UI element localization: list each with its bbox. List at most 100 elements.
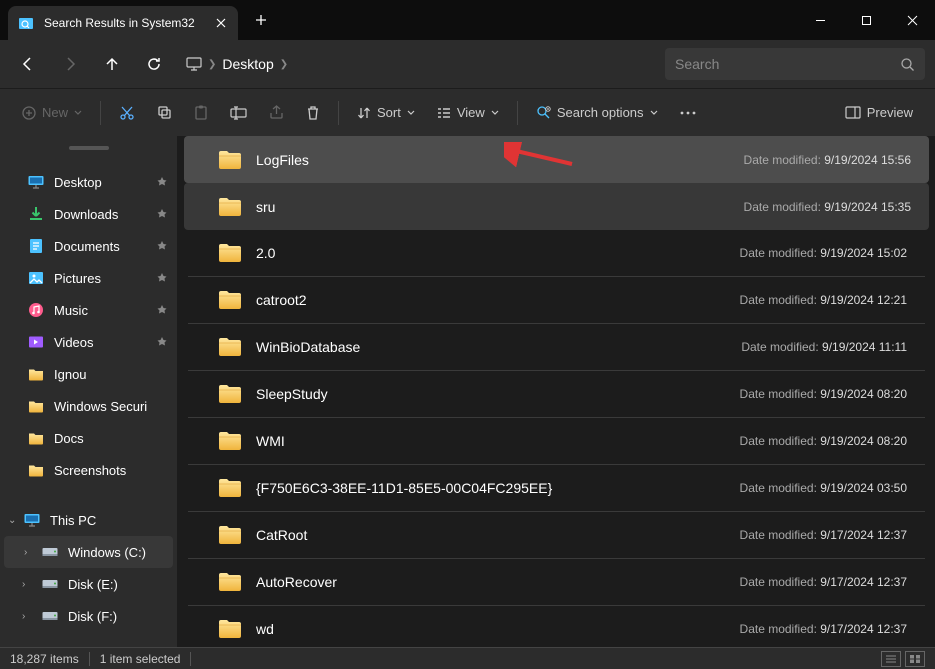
file-row[interactable]: wd Date modified: 9/17/2024 12:37	[188, 606, 925, 647]
sidebar-item-label: Windows Securi	[54, 399, 147, 414]
sidebar-item-ignou[interactable]: Ignou	[0, 358, 177, 390]
thumbnails-view-toggle[interactable]	[905, 651, 925, 667]
file-row[interactable]: WMIDate modified: 9/19/2024 08:20	[188, 418, 925, 465]
sidebar-item-label: Docs	[54, 431, 84, 446]
active-tab[interactable]: Search Results in System32	[8, 6, 238, 40]
file-name: wd	[256, 621, 274, 637]
sidebar-item-this-pc[interactable]: ⌄This PC	[0, 504, 177, 536]
details-view-toggle[interactable]	[881, 651, 901, 667]
file-date: Date modified: 9/19/2024 15:02	[740, 246, 907, 260]
search-options-button[interactable]: Search options	[526, 95, 668, 131]
sidebar-item-screenshots[interactable]: Screenshots	[0, 454, 177, 486]
file-row[interactable]: {F750E6C3-38EE-11D1-85E5-00C04FC295EE}Da…	[188, 465, 925, 512]
sidebar-drive[interactable]: › Disk (E:)	[0, 568, 177, 600]
pin-icon	[157, 177, 167, 187]
delete-button[interactable]	[296, 95, 330, 131]
toolbar: New Sort View Search options Preview	[0, 88, 935, 136]
close-tab-button[interactable]	[214, 16, 228, 30]
copy-button[interactable]	[147, 95, 182, 131]
chevron-right-icon: ❯	[208, 59, 216, 70]
sidebar-item-label: Downloads	[54, 207, 118, 222]
search-input[interactable]: Search	[665, 48, 925, 80]
selection-status: 1 item selected	[100, 652, 181, 666]
sidebar-item-videos[interactable]: Videos	[0, 326, 177, 358]
separator	[190, 652, 191, 666]
rename-button[interactable]	[220, 95, 257, 131]
chevron-right-icon: ❯	[280, 59, 288, 70]
file-row[interactable]: sru Date modified: 9/19/2024 15:35	[184, 183, 929, 230]
sidebar-item-label: Disk (E:)	[68, 577, 118, 592]
file-name: catroot2	[256, 292, 307, 308]
annotation-arrow-icon	[504, 142, 574, 170]
chevron-right-icon: ›	[22, 579, 25, 590]
sidebar-item-docs[interactable]: Docs	[0, 422, 177, 454]
file-date: Date modified: 9/17/2024 12:37	[740, 528, 907, 542]
file-name: {F750E6C3-38EE-11D1-85E5-00C04FC295EE}	[256, 480, 552, 496]
minimize-button[interactable]	[797, 0, 843, 40]
chevron-right-icon: ›	[22, 611, 25, 622]
tab-title: Search Results in System32	[44, 16, 204, 30]
sort-button[interactable]: Sort	[347, 95, 425, 131]
sidebar-item-music[interactable]: Music	[0, 294, 177, 326]
navbar: ❯ Desktop ❯ Search	[0, 40, 935, 88]
file-name: sru	[256, 199, 275, 215]
file-row[interactable]: WinBioDatabaseDate modified: 9/19/2024 1…	[188, 324, 925, 371]
file-list[interactable]: LogFiles Date modified: 9/19/2024 15:56 sr…	[178, 136, 935, 647]
window-controls	[797, 0, 935, 40]
sidebar-item-pictures[interactable]: Pictures	[0, 262, 177, 294]
sidebar-drive[interactable]: › Disk (F:)	[0, 600, 177, 632]
new-button[interactable]: New	[12, 95, 92, 131]
share-button[interactable]	[259, 95, 294, 131]
sidebar[interactable]: Desktop Downloads Documents PicturesMusicVi…	[0, 136, 178, 647]
maximize-button[interactable]	[843, 0, 889, 40]
cut-button[interactable]	[109, 95, 145, 131]
chevron-right-icon: ›	[24, 547, 27, 558]
titlebar: Search Results in System32	[0, 0, 935, 40]
file-row[interactable]: AutoRecoverDate modified: 9/17/2024 12:3…	[188, 559, 925, 606]
sidebar-item-windows-securi[interactable]: Windows Securi	[0, 390, 177, 422]
pin-icon	[157, 241, 167, 251]
separator	[89, 652, 90, 666]
close-window-button[interactable]	[889, 0, 935, 40]
sidebar-item-label: Disk (F:)	[68, 609, 117, 624]
file-name: SleepStudy	[256, 386, 328, 402]
monitor-icon	[186, 57, 202, 71]
file-row[interactable]: SleepStudy Date modified: 9/19/2024 08:20	[188, 371, 925, 418]
file-name: LogFiles	[256, 152, 309, 168]
view-button[interactable]: View	[427, 95, 509, 131]
sidebar-item-desktop[interactable]: Desktop	[0, 166, 177, 198]
file-row[interactable]: CatRootDate modified: 9/17/2024 12:37	[188, 512, 925, 559]
forward-button[interactable]	[52, 46, 88, 82]
chevron-down-icon	[650, 110, 658, 115]
sidebar-item-downloads[interactable]: Downloads	[0, 198, 177, 230]
back-button[interactable]	[10, 46, 46, 82]
up-button[interactable]	[94, 46, 130, 82]
file-name: 2.0	[256, 245, 275, 261]
search-placeholder: Search	[675, 56, 719, 72]
sidebar-item-documents[interactable]: Documents	[0, 230, 177, 262]
sidebar-drive[interactable]: › Windows (C:)	[4, 536, 173, 568]
more-button[interactable]	[670, 95, 706, 131]
file-date: Date modified: 9/19/2024 08:20	[740, 387, 907, 401]
refresh-button[interactable]	[136, 46, 172, 82]
file-row[interactable]: 2.0 Date modified: 9/19/2024 15:02	[188, 230, 925, 277]
chevron-down-icon	[491, 110, 499, 115]
breadcrumb-segment[interactable]: Desktop	[222, 56, 273, 72]
paste-button[interactable]	[184, 95, 218, 131]
file-date: Date modified: 9/19/2024 12:21	[740, 293, 907, 307]
main: Desktop Downloads Documents PicturesMusicVi…	[0, 136, 935, 647]
file-row[interactable]: catroot2 Date modified: 9/19/2024 12:21	[188, 277, 925, 324]
file-date: Date modified: 9/19/2024 11:11	[741, 340, 907, 354]
sidebar-item-label: Documents	[54, 239, 120, 254]
file-date: Date modified: 9/19/2024 15:56	[744, 153, 911, 167]
file-name: WMI	[256, 433, 285, 449]
file-date: Date modified: 9/19/2024 15:35	[744, 200, 911, 214]
pin-icon	[157, 273, 167, 283]
preview-button[interactable]: Preview	[835, 95, 923, 131]
breadcrumb[interactable]: ❯ Desktop ❯	[178, 56, 659, 72]
file-row[interactable]: LogFiles Date modified: 9/19/2024 15:56	[184, 136, 929, 183]
separator	[338, 101, 339, 125]
sidebar-item-label: Windows (C:)	[68, 545, 146, 560]
file-date: Date modified: 9/17/2024 12:37	[740, 622, 907, 636]
new-tab-button[interactable]	[246, 5, 276, 35]
